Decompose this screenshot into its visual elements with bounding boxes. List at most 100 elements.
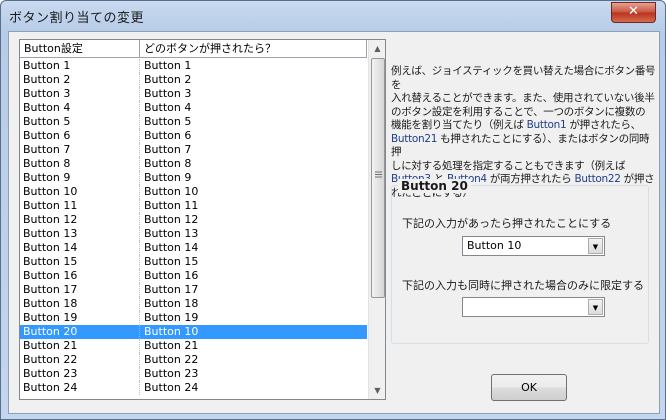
column-divider <box>139 199 141 213</box>
table-row[interactable]: Button 13 Button 13 <box>20 227 367 241</box>
pressed-button-cell: Button 16 <box>144 269 199 282</box>
table-row[interactable]: Button 2 Button 2 <box>20 73 367 87</box>
close-button[interactable]: ✕ <box>611 2 656 23</box>
table-row[interactable]: Button 20 Button 10 <box>20 325 367 339</box>
column-divider <box>139 59 141 73</box>
dialog-window: ボタン割り当ての変更 ✕ Button設定 どのボタンが押されたら？ Butto… <box>0 0 666 420</box>
column-divider <box>139 297 141 311</box>
pressed-button-cell: Button 22 <box>144 353 199 366</box>
button-setting-cell: Button 16 <box>23 269 78 282</box>
table-row[interactable]: Button 7 Button 7 <box>20 143 367 157</box>
pressed-button-cell: Button 11 <box>144 199 199 212</box>
table-row[interactable]: Button 18 Button 18 <box>20 297 367 311</box>
table-row[interactable]: Button 5 Button 5 <box>20 115 367 129</box>
window-title: ボタン割り当ての変更 <box>9 11 145 26</box>
vertical-scrollbar[interactable]: ▲ ▼ <box>368 40 385 399</box>
description-text: 例えば、ジョイスティックを買い替えた場合にボタン番号を 入れ替えることができます… <box>391 65 656 199</box>
pressed-button-cell: Button 17 <box>144 283 199 296</box>
column-divider <box>139 381 141 395</box>
chevron-down-icon[interactable]: ▼ <box>588 238 603 254</box>
table-row[interactable]: Button 14 Button 14 <box>20 241 367 255</box>
column-divider <box>139 129 141 143</box>
button-setting-cell: Button 8 <box>23 157 71 170</box>
scroll-up-icon[interactable]: ▲ <box>369 40 385 57</box>
button-setting-cell: Button 3 <box>23 87 71 100</box>
button-setting-cell: Button 24 <box>23 381 78 394</box>
button-setting-cell: Button 9 <box>23 171 71 184</box>
grid-header: Button設定 どのボタンが押されたら？ <box>20 40 367 58</box>
pressed-button-cell: Button 1 <box>144 59 192 72</box>
table-row[interactable]: Button 23 Button 23 <box>20 367 367 381</box>
button-setting-cell: Button 4 <box>23 101 71 114</box>
description-button-ref: Button22 <box>574 173 621 185</box>
description-line: のボタン設定を利用することで、一つのボタンに複数の <box>391 105 646 118</box>
description-button-ref: Button1 <box>526 119 567 131</box>
dialog-client: Button設定 どのボタンが押されたら？ Button 1 Button 1 Bu… <box>8 31 660 414</box>
button-setting-cell: Button 11 <box>23 199 78 212</box>
column-divider <box>139 227 141 241</box>
table-row[interactable]: Button 24 Button 24 <box>20 381 367 395</box>
button-setting-cell: Button 1 <box>23 59 71 72</box>
trigger-input-value: Button 10 <box>467 239 522 252</box>
table-row[interactable]: Button 22 Button 22 <box>20 353 367 367</box>
button-assignment-group: Button 20 下記の入力があったら押されたことにする Button 10 … <box>391 179 649 344</box>
table-row[interactable]: Button 4 Button 4 <box>20 101 367 115</box>
table-row[interactable]: Button 19 Button 19 <box>20 311 367 325</box>
description-line: しに対する処理を指定することもできます（例えば <box>391 159 626 172</box>
table-row[interactable]: Button 12 Button 12 <box>20 213 367 227</box>
column-divider <box>139 115 141 129</box>
column-divider <box>139 213 141 227</box>
table-row[interactable]: Button 9 Button 9 <box>20 171 367 185</box>
pressed-button-cell: Button 18 <box>144 297 199 310</box>
description-text-run: が押さ <box>620 173 655 185</box>
table-row[interactable]: Button 6 Button 6 <box>20 129 367 143</box>
table-row[interactable]: Button 15 Button 15 <box>20 255 367 269</box>
pressed-button-cell: Button 14 <box>144 241 199 254</box>
table-row[interactable]: Button 17 Button 17 <box>20 283 367 297</box>
scroll-grip-icon <box>375 171 382 179</box>
column-divider <box>139 73 141 87</box>
button-setting-cell: Button 13 <box>23 227 78 240</box>
column-divider <box>139 255 141 269</box>
table-row[interactable]: Button 21 Button 21 <box>20 339 367 353</box>
column-divider <box>139 269 141 283</box>
column-divider <box>139 367 141 381</box>
title-bar[interactable]: ボタン割り当ての変更 ✕ <box>1 1 665 31</box>
description-line: 入れ替えることができます。また、使用されていない後半 <box>391 92 655 104</box>
button-setting-cell: Button 17 <box>23 283 78 296</box>
table-row[interactable]: Button 16 Button 16 <box>20 269 367 283</box>
column-header-pressed-button[interactable]: どのボタンが押されたら？ <box>140 40 367 57</box>
button-setting-cell: Button 18 <box>23 297 78 310</box>
button-setting-cell: Button 20 <box>23 325 78 338</box>
button-setting-cell: Button 12 <box>23 213 78 226</box>
table-row[interactable]: Button 10 Button 10 <box>20 185 367 199</box>
description-button-ref: Button21 <box>391 132 438 145</box>
pressed-button-cell: Button 21 <box>144 339 199 352</box>
scroll-thumb[interactable] <box>371 58 385 298</box>
table-row[interactable]: Button 1 Button 1 <box>20 59 367 73</box>
trigger-input-select[interactable]: Button 10 ▼ <box>462 236 605 256</box>
column-divider <box>139 339 141 353</box>
column-divider <box>139 325 141 339</box>
description-text-run: 機能を割り当てたり（例えば <box>391 119 527 131</box>
pressed-button-cell: Button 12 <box>144 213 199 226</box>
ok-button[interactable]: OK <box>491 374 567 401</box>
table-row[interactable]: Button 8 Button 8 <box>20 157 367 171</box>
simultaneous-input-select[interactable]: ▼ <box>462 297 605 317</box>
button-mapping-grid: Button設定 どのボタンが押されたら？ Button 1 Button 1 Bu… <box>19 39 386 400</box>
button-setting-cell: Button 22 <box>23 353 78 366</box>
pressed-button-cell: Button 10 <box>144 185 199 198</box>
column-header-button-setting[interactable]: Button設定 <box>20 40 140 57</box>
description-line: 例えば、ジョイスティックを買い替えた場合にボタン番号を <box>391 65 656 91</box>
button-setting-cell: Button 19 <box>23 311 78 324</box>
table-row[interactable]: Button 11 Button 11 <box>20 199 367 213</box>
pressed-button-cell: Button 4 <box>144 101 192 114</box>
description-text-run: が押されたら、 <box>566 119 641 131</box>
table-row[interactable]: Button 3 Button 3 <box>20 87 367 101</box>
pressed-button-cell: Button 15 <box>144 255 199 268</box>
scroll-down-icon[interactable]: ▼ <box>369 382 385 399</box>
column-divider <box>139 353 141 367</box>
chevron-down-icon[interactable]: ▼ <box>588 299 603 315</box>
pressed-button-cell: Button 23 <box>144 367 199 380</box>
pressed-button-cell: Button 9 <box>144 171 192 184</box>
